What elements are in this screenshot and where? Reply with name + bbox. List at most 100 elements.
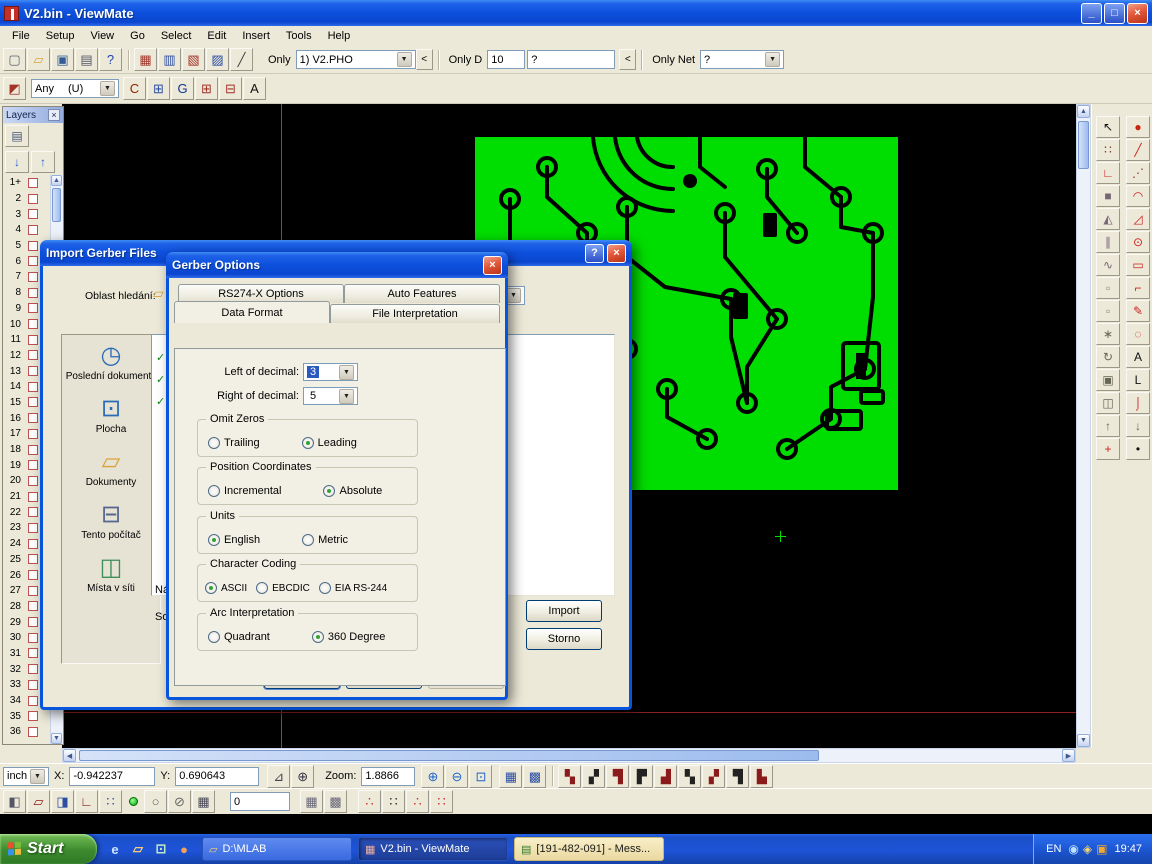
dashed-box2-icon[interactable]: ▫ [1096, 300, 1120, 322]
arc-icon[interactable]: ◠ [1126, 185, 1150, 207]
radio-ebcdic[interactable]: EBCDIC [256, 582, 310, 594]
l-shape-icon[interactable]: L [1126, 369, 1150, 391]
radio-quadrant[interactable]: Quadrant [208, 631, 270, 643]
net-box-icon[interactable]: ▣ [1096, 369, 1120, 391]
layer-color-swatch[interactable] [28, 272, 38, 282]
dashed-box-icon[interactable]: ▫ [1096, 277, 1120, 299]
layer-color-swatch[interactable] [28, 727, 38, 737]
layer-color-swatch[interactable] [28, 664, 38, 674]
task-mlab[interactable]: ▱ D:\MLAB [202, 837, 352, 861]
layer-color-swatch[interactable] [28, 711, 38, 721]
layer-color-swatch[interactable] [28, 460, 38, 470]
snap-matrix-icon[interactable]: ▩ [324, 790, 347, 813]
filled-rect-icon[interactable]: ■ [1096, 185, 1120, 207]
layers-panel-header[interactable]: Layers × [3, 107, 63, 123]
text-style-icon[interactable]: A [243, 77, 266, 100]
grid-dots-icon[interactable]: ▩ [523, 765, 546, 788]
pad-grid-icon[interactable]: ⊞ [147, 77, 170, 100]
layer-color-swatch[interactable] [28, 492, 38, 502]
scroll-down-icon[interactable]: ▼ [1077, 734, 1090, 747]
dotted-circle-icon[interactable]: ◌ [1126, 323, 1150, 345]
print-icon[interactable]: ▤ [75, 48, 98, 71]
layer-color-swatch[interactable] [28, 288, 38, 298]
layer-color-swatch[interactable] [28, 178, 38, 188]
parallel-lines-icon[interactable]: ∥ [1096, 231, 1120, 253]
vertical-scroll-thumb[interactable] [1078, 121, 1089, 169]
checker-red-icon-4[interactable]: ▞ [702, 765, 725, 788]
chevron-down-icon[interactable]: ▼ [100, 81, 115, 96]
select-cursor-icon[interactable]: ↖ [1096, 116, 1120, 138]
rotate-icon[interactable]: ↻ [1096, 346, 1120, 368]
browser-quick-icon[interactable]: ● [174, 839, 194, 859]
menu-item[interactable]: Help [320, 27, 359, 45]
save-icon[interactable]: ▣ [51, 48, 74, 71]
step-repeat-icon[interactable]: ∷ [99, 790, 122, 813]
maximize-button[interactable]: □ [1104, 3, 1125, 24]
layer-color-swatch[interactable] [28, 696, 38, 706]
layer-color-swatch[interactable] [28, 539, 38, 549]
pencil-icon[interactable]: ✎ [1126, 300, 1150, 322]
layer-color-swatch[interactable] [28, 209, 38, 219]
layer-color-swatch[interactable] [28, 617, 38, 627]
red-board-icon[interactable]: ▧ [182, 48, 205, 71]
corner-bracket-icon[interactable]: ⌐ [1126, 277, 1150, 299]
file-select-combo[interactable]: 1) V2.PHO ▼ [296, 50, 416, 69]
previous-dcode-button[interactable]: < [619, 49, 636, 70]
checker-red-icon-3[interactable]: ▟ [654, 765, 677, 788]
diagonal-measure-icon[interactable]: ⊿ [267, 765, 290, 788]
checker-dark-icon-1[interactable]: ▞ [582, 765, 605, 788]
center-dot-icon[interactable]: • [1126, 438, 1150, 460]
skew-icon[interactable]: ▱ [27, 790, 50, 813]
canvas-vertical-scrollbar[interactable]: ▲ ▼ [1076, 104, 1091, 748]
menu-item[interactable]: Tools [278, 27, 320, 45]
left-of-decimal-combo[interactable]: 3 ▼ [303, 363, 358, 381]
layer-color-swatch[interactable] [28, 194, 38, 204]
net-query-combo[interactable]: ? ▼ [700, 50, 784, 69]
place-my-computer[interactable]: ⊟ Tento počítač [65, 502, 157, 541]
sine-wave-icon[interactable]: ∿ [1096, 254, 1120, 276]
layer-color-swatch[interactable] [28, 397, 38, 407]
flip-h-icon[interactable]: ◨ [51, 790, 74, 813]
radio-metric[interactable]: Metric [302, 534, 348, 546]
aperture-grid-icon[interactable]: ⊞ [195, 77, 218, 100]
measure-line-icon[interactable]: ╱ [230, 48, 253, 71]
chevron-down-icon[interactable]: ▼ [397, 52, 412, 67]
dcode-query-input[interactable]: ? [527, 50, 615, 69]
elbow-line-icon[interactable]: ∟ [1096, 162, 1120, 184]
scroll-down-icon[interactable]: ▼ [51, 733, 62, 744]
g-code-icon[interactable]: G [171, 77, 194, 100]
scroll-right-icon[interactable]: ▶ [1062, 749, 1075, 762]
radio-leading[interactable]: Leading [302, 437, 357, 449]
tab-data-format[interactable]: Data Format [174, 301, 330, 323]
chevron-down-icon[interactable]: ▼ [339, 365, 354, 380]
layer-color-swatch[interactable] [28, 601, 38, 611]
import-button[interactable]: Import [526, 600, 602, 622]
circled-dot-icon[interactable]: ⊙ [1126, 231, 1150, 253]
layer-color-swatch[interactable] [28, 413, 38, 423]
task-viewmate[interactable]: ▦ V2.bin - ViewMate [358, 837, 508, 861]
close-button[interactable]: × [483, 256, 502, 275]
layer-color-swatch[interactable] [28, 256, 38, 266]
close-button[interactable]: × [1127, 3, 1148, 24]
right-of-decimal-combo[interactable]: 5 ▼ [303, 387, 358, 405]
radio-absolute[interactable]: Absolute [323, 485, 382, 497]
layer-color-swatch[interactable] [28, 382, 38, 392]
layer-color-swatch[interactable] [28, 445, 38, 455]
c-aperture-icon[interactable]: C [123, 77, 146, 100]
multi-point-icon[interactable]: ∷ [1096, 139, 1120, 161]
layer-color-swatch[interactable] [28, 319, 38, 329]
layer-color-swatch[interactable] [28, 303, 38, 313]
y-coordinate-field[interactable]: 0.690643 [175, 767, 259, 786]
checker-red-icon-5[interactable]: ▙ [750, 765, 773, 788]
gerber-dialog-titlebar[interactable]: Gerber Options × [166, 252, 508, 278]
hollow-circle-icon[interactable]: ○ [144, 790, 167, 813]
layers-scroll-thumb[interactable] [52, 188, 61, 222]
menu-item[interactable]: Go [122, 27, 153, 45]
checker-dark-icon-4[interactable]: ▜ [726, 765, 749, 788]
checker-red-icon-2[interactable]: ▜ [606, 765, 629, 788]
mirror-triangle-icon[interactable]: ◭ [1096, 208, 1120, 230]
polyline-icon[interactable]: ⋰ [1126, 162, 1150, 184]
tray-volume-icon[interactable]: ◈ [1083, 842, 1092, 856]
file-check-icon[interactable]: ✓ [156, 351, 165, 364]
place-documents[interactable]: ▱ Dokumenty [65, 449, 157, 488]
